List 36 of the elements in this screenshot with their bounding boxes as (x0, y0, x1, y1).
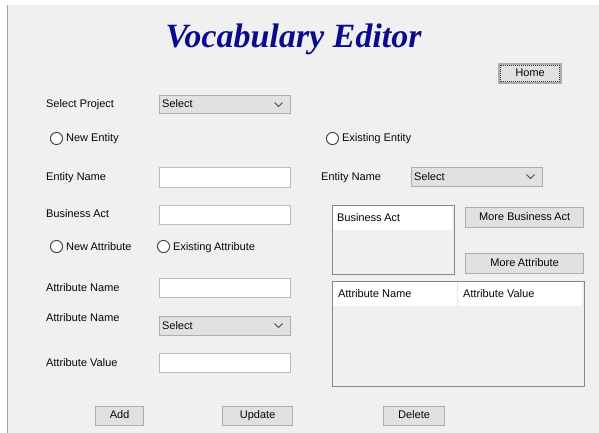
text-field[interactable] (159, 278, 291, 298)
button[interactable]: More Business Act (465, 206, 584, 228)
field-label: Entity Name (46, 170, 107, 185)
dropdown[interactable]: Select (159, 95, 291, 114)
field-label: Entity Name (321, 170, 382, 185)
field-label: Business Act (46, 207, 110, 222)
dropdown[interactable]: Select (159, 316, 291, 336)
column-header[interactable]: Attribute Name (333, 282, 458, 306)
column-header[interactable]: Attribute Value (458, 282, 582, 306)
radio-label[interactable]: Existing Attribute (173, 238, 255, 255)
field-label: Attribute Name (46, 280, 120, 296)
radio-label[interactable]: Existing Entity (342, 130, 412, 146)
text-field[interactable] (159, 353, 291, 373)
button[interactable]: Delete (383, 406, 445, 426)
button[interactable]: Add (95, 406, 144, 426)
dropdown[interactable]: Select (411, 167, 543, 187)
radio-label[interactable]: New Entity (66, 130, 119, 146)
radio-button[interactable] (157, 240, 170, 254)
chevron-down-icon (526, 174, 535, 180)
radio-button[interactable] (50, 132, 63, 145)
radio-button[interactable] (50, 240, 63, 254)
button[interactable]: Home (498, 63, 562, 84)
list-box[interactable]: Business Act (332, 204, 455, 274)
app-title: Vocabulary Editor (166, 17, 422, 57)
radio-button[interactable] (326, 132, 339, 145)
chevron-down-icon (274, 102, 283, 108)
chevron-down-icon (274, 323, 283, 329)
text-field[interactable] (159, 204, 291, 224)
button[interactable]: More Attribute (465, 252, 584, 274)
button[interactable]: Update (222, 406, 293, 426)
field-label: Attribute Value (46, 356, 118, 371)
field-label: Attribute Name (46, 311, 120, 326)
radio-label[interactable]: New Attribute (66, 238, 132, 255)
list-header: Business Act (333, 206, 452, 230)
field-label: Select Project (46, 97, 115, 112)
text-field[interactable] (159, 166, 291, 188)
